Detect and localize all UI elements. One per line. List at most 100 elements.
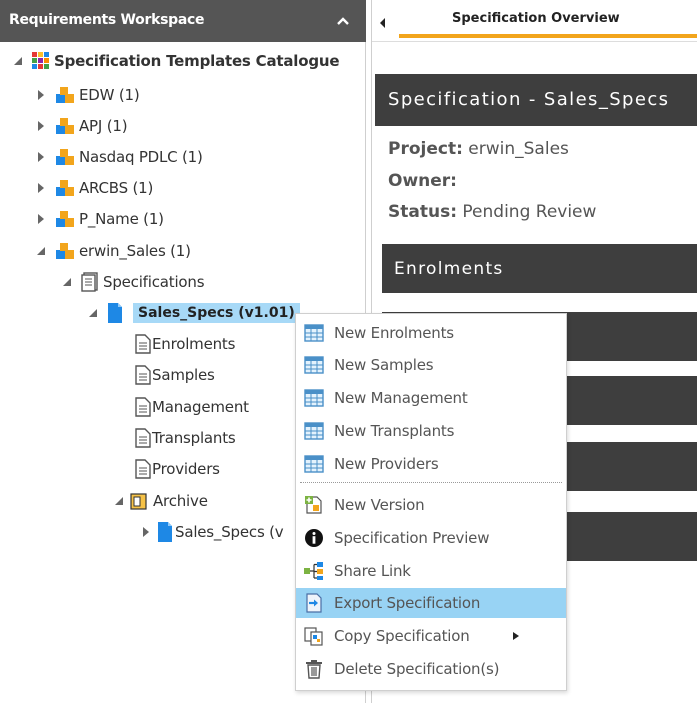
menu-item-new-samples[interactable]: New Samples [296, 350, 566, 380]
document-icon [135, 365, 151, 385]
tree-section-samples[interactable]: Samples [135, 361, 215, 389]
archive-label: Archive [153, 492, 208, 510]
spec-document-icon [107, 302, 123, 324]
menu-item-specification-preview[interactable]: Specification Preview [296, 523, 566, 553]
section-label: Management [152, 398, 249, 416]
trash-icon [302, 657, 326, 681]
document-icon [135, 428, 151, 448]
menu-item-new-version[interactable]: New Version [296, 490, 566, 520]
tree-project-label: ARCBS (1) [79, 179, 154, 197]
menu-item-label: New Version [334, 496, 425, 514]
tree-root[interactable]: Specification Templates Catalogue [13, 47, 340, 75]
spec-document-icon [157, 521, 173, 543]
tree-project-erwin-sales[interactable]: erwin_Sales (1) [36, 237, 191, 265]
project-icon [55, 241, 75, 261]
tree-project-arcbs[interactable]: ARCBS (1) [36, 174, 153, 202]
tree-archived-spec[interactable]: Sales_Specs (v [141, 518, 284, 546]
tree-specifications-folder[interactable]: Specifications [62, 268, 205, 296]
status-key: Status: [388, 202, 457, 222]
expanded-arrow-icon[interactable] [62, 276, 72, 288]
expanded-arrow-icon[interactable] [114, 495, 124, 507]
project-icon [55, 116, 75, 136]
tab-specification-overview[interactable]: Specification Overview [399, 0, 697, 38]
tree-project-label: Nasdaq PDLC (1) [79, 148, 203, 166]
project-value: erwin_Sales [462, 139, 569, 159]
tree-project-label: erwin_Sales (1) [79, 242, 191, 260]
scroll-left-arrow-icon[interactable] [374, 14, 392, 32]
tree-project-p-name[interactable]: P_Name (1) [36, 205, 164, 233]
menu-item-label: New Enrolments [334, 324, 454, 342]
tree-project-label: P_Name (1) [79, 210, 164, 228]
project-key: Project: [388, 139, 463, 159]
menu-item-export-specification[interactable]: Export Specification [296, 588, 566, 618]
table-icon [302, 386, 326, 410]
tree-section-providers[interactable]: Providers [135, 455, 220, 483]
menu-item-new-providers[interactable]: New Providers [296, 449, 566, 479]
spec-title-bar: Specification - Sales_Specs [375, 74, 697, 126]
collapsed-arrow-icon[interactable] [36, 213, 46, 225]
section-label: Samples [152, 366, 215, 384]
project-line: Project: erwin_Sales [388, 139, 569, 159]
new-version-icon [302, 493, 326, 517]
menu-item-label: Share Link [334, 562, 411, 580]
info-icon [302, 526, 326, 550]
specifications-label: Specifications [103, 273, 205, 291]
collapsed-arrow-icon[interactable] [36, 89, 46, 101]
panel-title: Requirements Workspace [9, 12, 205, 28]
owner-key: Owner: [388, 171, 457, 191]
menu-item-share-link[interactable]: Share Link [296, 556, 566, 586]
expanded-arrow-icon[interactable] [13, 55, 23, 67]
menu-item-new-transplants[interactable]: New Transplants [296, 416, 566, 446]
tab-strip: Specification Overview [372, 0, 697, 42]
project-icon [55, 209, 75, 229]
menu-item-label: New Management [334, 389, 468, 407]
collapse-chevron-up-icon[interactable] [335, 13, 351, 29]
section-label: Providers [152, 460, 220, 478]
section-label: Enrolments [152, 335, 236, 353]
menu-item-label: Export Specification [334, 594, 481, 612]
menu-item-label: New Providers [334, 455, 439, 473]
menu-item-label: New Transplants [334, 422, 455, 440]
tree-section-transplants[interactable]: Transplants [135, 424, 236, 452]
document-icon [135, 397, 151, 417]
expanded-arrow-icon[interactable] [88, 307, 98, 319]
menu-item-delete-specification[interactable]: Delete Specification(s) [296, 654, 566, 684]
table-icon [302, 452, 326, 476]
tree-section-management[interactable]: Management [135, 393, 249, 421]
expanded-arrow-icon[interactable] [36, 245, 46, 257]
tree-project-apj[interactable]: APJ (1) [36, 112, 128, 140]
document-icon [135, 459, 151, 479]
table-icon [302, 353, 326, 377]
project-icon [55, 85, 75, 105]
tree-selected-spec[interactable]: Sales_Specs (v1.01) [88, 299, 300, 327]
spec-title: Specification - Sales_Specs [388, 89, 670, 110]
catalogue-grid-icon [32, 52, 50, 70]
tree-project-edw[interactable]: EDW (1) [36, 81, 140, 109]
collapsed-arrow-icon[interactable] [36, 120, 46, 132]
tree-section-enrolments[interactable]: Enrolments [135, 330, 235, 358]
enrolments-section-header[interactable]: Enrolments [382, 244, 697, 293]
menu-item-copy-specification[interactable]: Copy Specification [296, 621, 566, 651]
menu-item-label: Copy Specification [334, 627, 470, 645]
selected-spec-label[interactable]: Sales_Specs (v1.01) [133, 303, 300, 323]
specifications-folder-icon [81, 272, 99, 292]
status-line: Status: Pending Review [388, 202, 596, 222]
tree-project-nasdaq[interactable]: Nasdaq PDLC (1) [36, 143, 203, 171]
active-tab-indicator [399, 34, 697, 38]
section-label: Transplants [152, 429, 236, 447]
table-icon [302, 321, 326, 345]
tree-root-label: Specification Templates Catalogue [54, 52, 340, 70]
tab-label: Specification Overview [452, 11, 620, 26]
owner-line: Owner: [388, 171, 457, 191]
tree-archive-folder[interactable]: Archive [114, 487, 208, 515]
menu-separator [300, 482, 562, 483]
section-header-label: Enrolments [394, 259, 504, 279]
archive-folder-icon [129, 491, 149, 511]
submenu-arrow-icon [513, 632, 519, 640]
collapsed-arrow-icon[interactable] [141, 526, 151, 538]
menu-item-new-enrolments[interactable]: New Enrolments [296, 318, 566, 348]
menu-item-label: New Samples [334, 356, 434, 374]
collapsed-arrow-icon[interactable] [36, 151, 46, 163]
menu-item-new-management[interactable]: New Management [296, 383, 566, 413]
collapsed-arrow-icon[interactable] [36, 182, 46, 194]
